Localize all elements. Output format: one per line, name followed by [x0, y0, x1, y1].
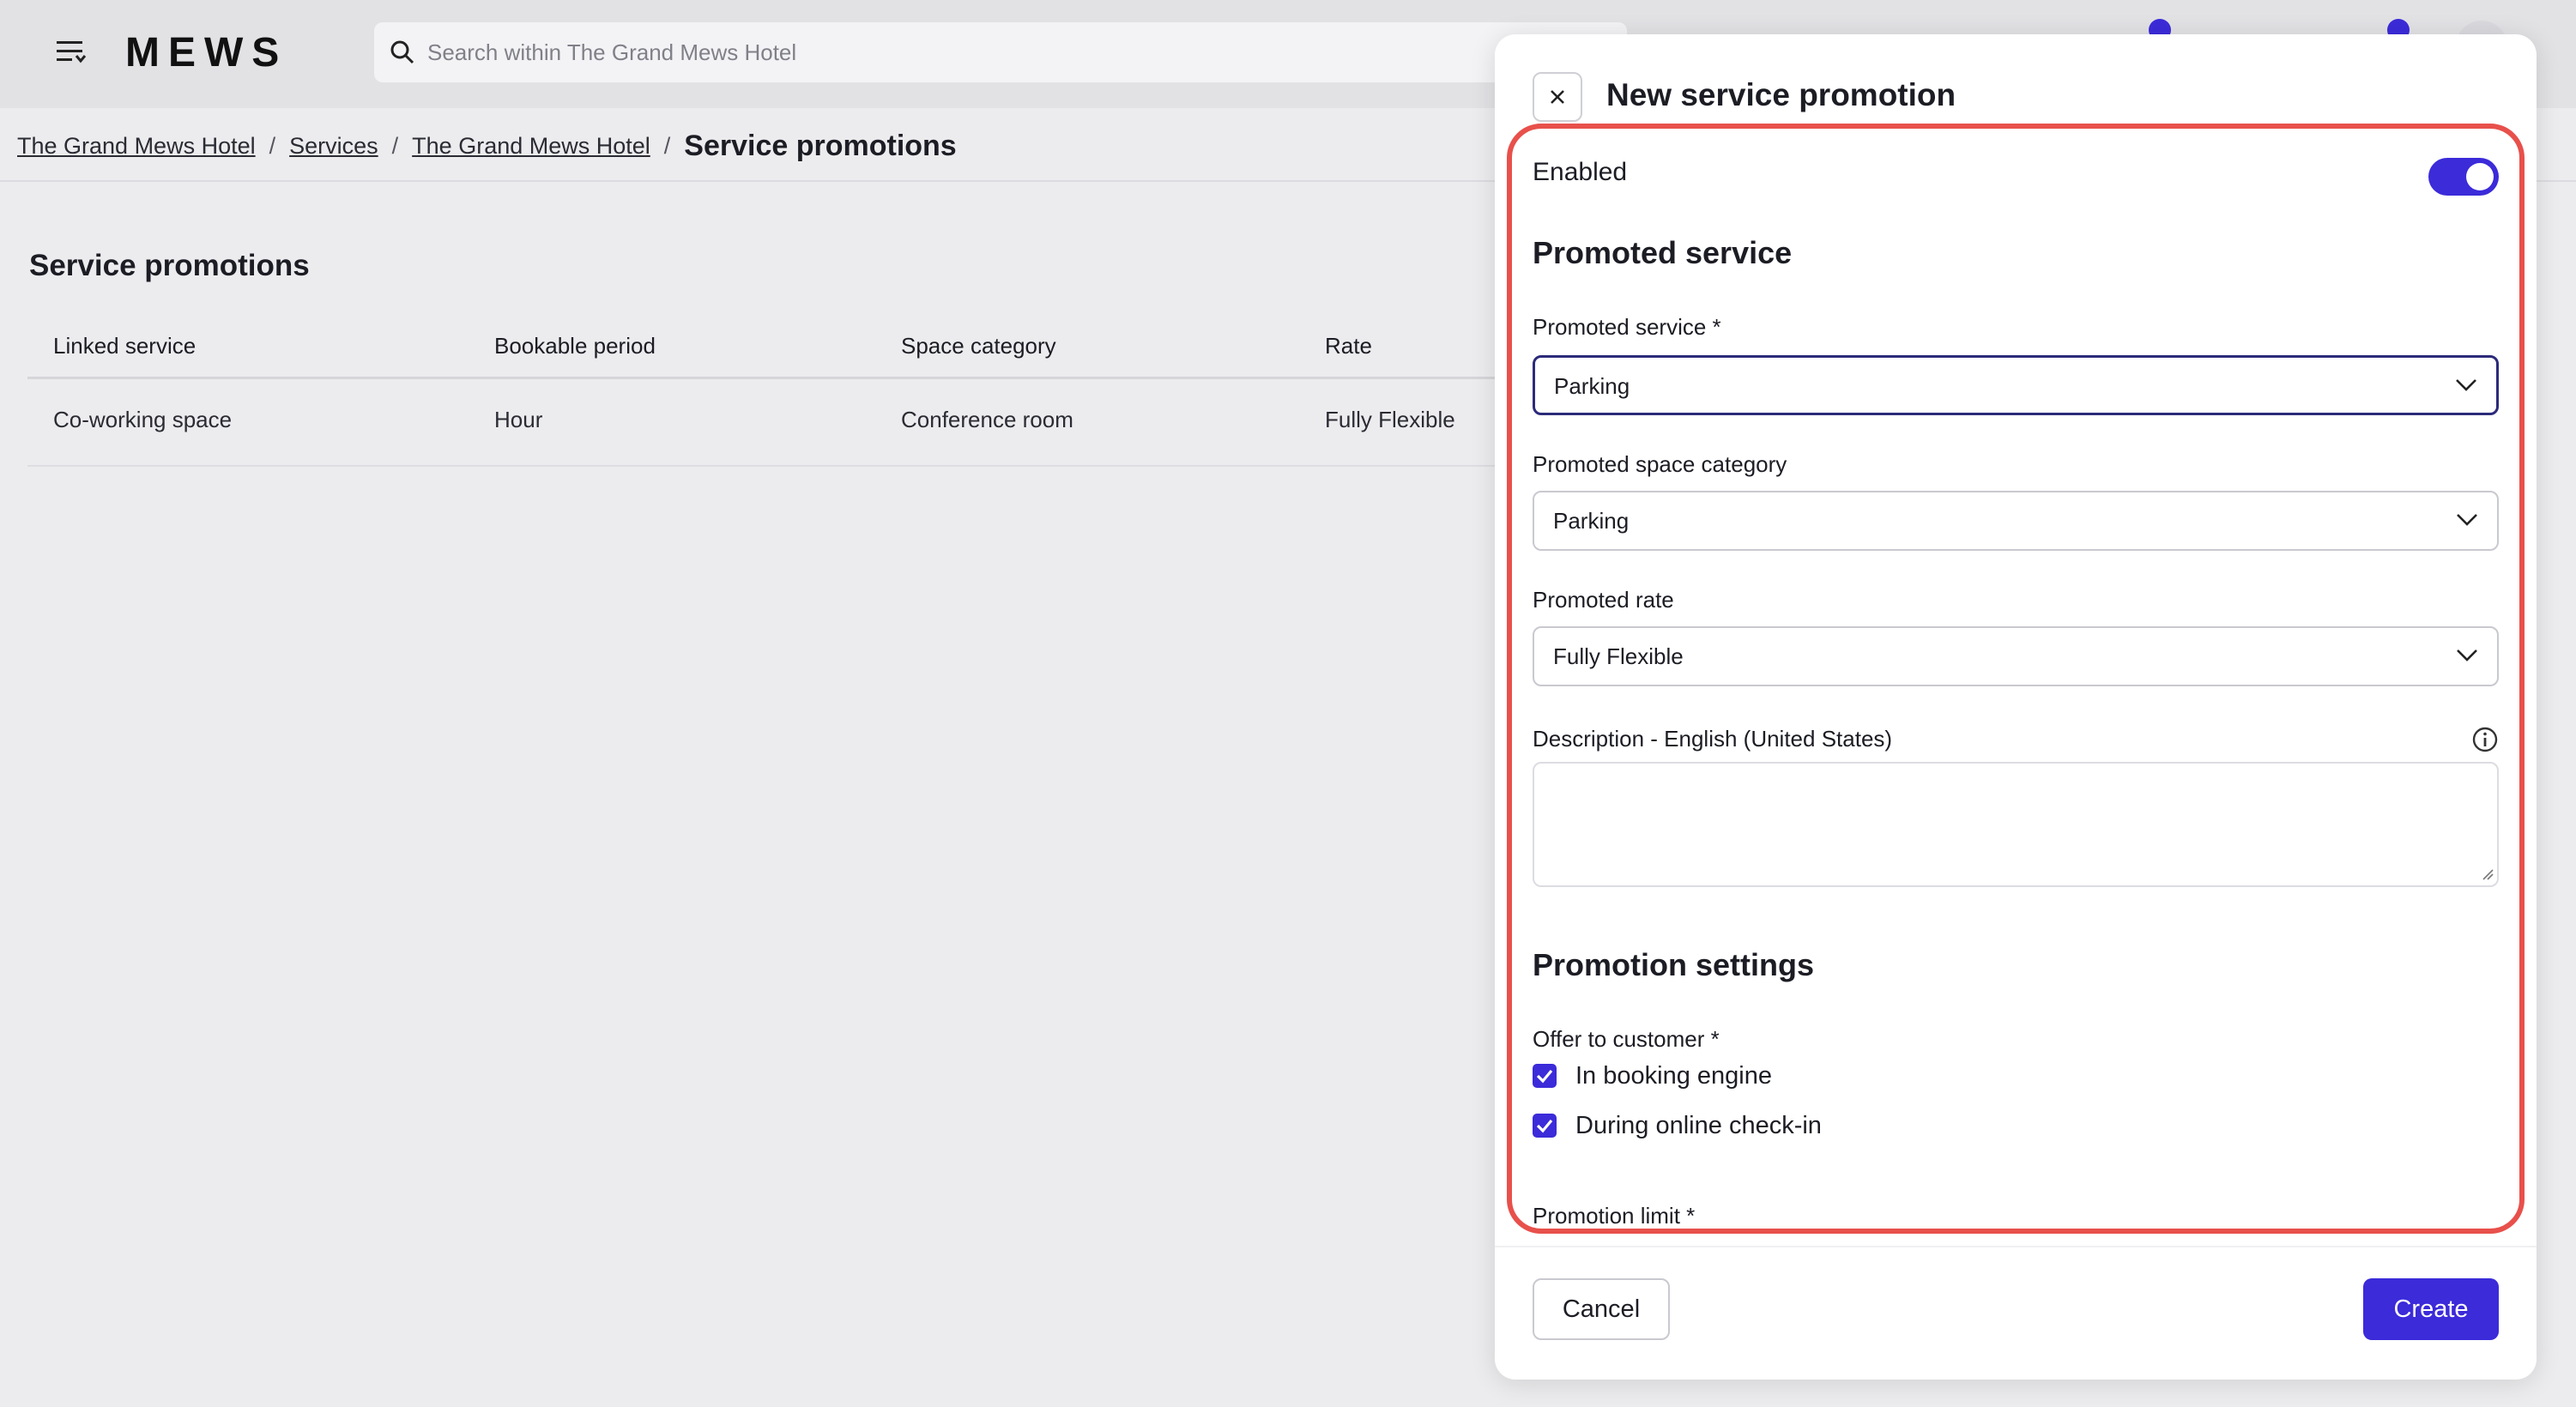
cell-linked-service: Co-working space — [53, 407, 233, 432]
breadcrumb-current: Service promotions — [684, 129, 957, 162]
close-button[interactable] — [1533, 72, 1582, 122]
mews-logo[interactable]: MEWS — [125, 27, 287, 79]
section-title-promoted-service: Promoted service — [1533, 235, 1793, 270]
search-input[interactable] — [427, 22, 1612, 82]
column-header-rate[interactable]: Rate — [1325, 333, 1372, 359]
cell-space-category: Conference room — [901, 407, 1073, 432]
column-header-space-category[interactable]: Space category — [901, 333, 1056, 359]
promoted-space-category-label: Promoted space category — [1533, 451, 1787, 477]
checkbox-label: During online check-in — [1575, 1111, 1822, 1139]
column-header-linked-service[interactable]: Linked service — [53, 333, 196, 359]
column-header-bookable-period[interactable]: Bookable period — [494, 333, 656, 359]
promoted-service-value: Parking — [1554, 373, 1630, 399]
checkbox-during-online-check-in[interactable]: During online check-in — [1533, 1110, 1822, 1141]
create-button[interactable]: Create — [2363, 1278, 2499, 1340]
description-label: Description - English (United States) — [1533, 726, 1893, 752]
table-row[interactable]: Co-working space Hour Conference room Fu… — [27, 379, 1503, 467]
cancel-button[interactable]: Cancel — [1533, 1278, 1670, 1340]
chevron-down-icon — [2457, 649, 2477, 661]
breadcrumb-separator: / — [391, 132, 399, 159]
search-icon — [390, 40, 414, 64]
close-icon — [1551, 90, 1564, 104]
checkbox-in-booking-engine[interactable]: In booking engine — [1533, 1060, 1772, 1091]
promoted-rate-value: Fully Flexible — [1553, 643, 1684, 669]
promoted-service-label: Promoted service * — [1533, 314, 1721, 340]
footer-divider — [1495, 1246, 2537, 1247]
menu-icon[interactable] — [57, 39, 88, 65]
promoted-rate-label: Promoted rate — [1533, 587, 1674, 613]
breadcrumb-link-hotel-service[interactable]: The Grand Mews Hotel — [412, 133, 650, 160]
description-textarea[interactable] — [1533, 762, 2499, 887]
checkbox-checked[interactable] — [1533, 1064, 1557, 1088]
cell-rate: Fully Flexible — [1325, 407, 1455, 432]
enabled-label: Enabled — [1533, 158, 1628, 186]
promotion-limit-label: Promotion limit * — [1533, 1203, 1696, 1229]
promoted-space-category-value: Parking — [1553, 508, 1630, 534]
search-box[interactable] — [374, 22, 1627, 82]
cell-bookable-period: Hour — [494, 407, 543, 432]
breadcrumb-separator: / — [269, 132, 276, 159]
offer-to-customer-label: Offer to customer * — [1533, 1026, 1720, 1052]
check-icon — [1536, 1069, 1553, 1084]
table-header: Linked service Bookable period Space cat… — [27, 317, 1503, 379]
page-title: Service promotions — [29, 249, 310, 282]
chevron-down-icon — [2457, 514, 2477, 526]
promoted-rate-select[interactable]: Fully Flexible — [1533, 626, 2499, 686]
resize-grip-icon[interactable] — [2482, 868, 2494, 880]
promoted-service-select[interactable]: Parking — [1533, 355, 2499, 415]
enabled-toggle[interactable] — [2428, 158, 2499, 196]
new-service-promotion-panel: New service promotion Enabled Promoted s… — [1495, 34, 2537, 1380]
info-icon[interactable] — [2471, 726, 2499, 753]
panel-title: New service promotion — [1606, 77, 1956, 112]
promoted-space-category-select[interactable]: Parking — [1533, 491, 2499, 551]
chevron-down-icon — [2456, 379, 2476, 391]
breadcrumb: The Grand Mews Hotel / Services / The Gr… — [17, 127, 957, 165]
check-icon — [1536, 1119, 1553, 1133]
promotions-table: Linked service Bookable period Space cat… — [27, 317, 1503, 467]
checkbox-label: In booking engine — [1575, 1061, 1772, 1090]
breadcrumb-link-hotel[interactable]: The Grand Mews Hotel — [17, 133, 256, 160]
checkbox-checked[interactable] — [1533, 1114, 1557, 1138]
breadcrumb-separator: / — [663, 132, 671, 159]
breadcrumb-link-services[interactable]: Services — [289, 133, 378, 160]
section-title-promotion-settings: Promotion settings — [1533, 947, 1815, 982]
toggle-knob — [2466, 163, 2494, 190]
